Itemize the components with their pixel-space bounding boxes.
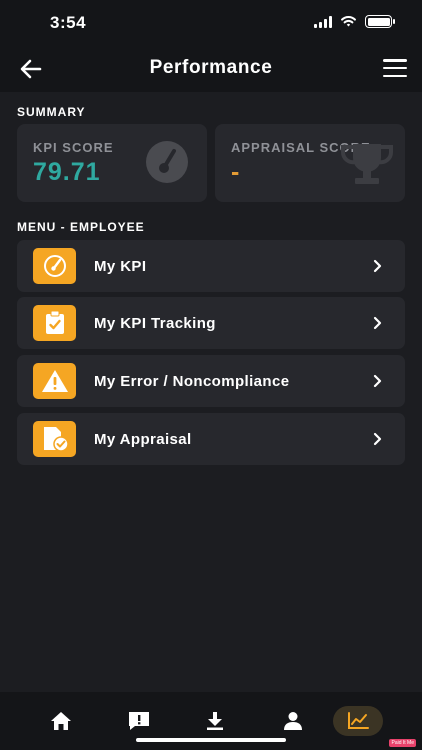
home-icon: [51, 712, 71, 730]
page-title: Performance: [149, 57, 273, 78]
wifi-icon: [341, 15, 356, 27]
chart-icon: [348, 712, 369, 729]
menu-item-my-kpi[interactable]: My KPI: [17, 240, 405, 292]
menu-icon-box: [33, 363, 76, 399]
tab-profile[interactable]: [268, 704, 318, 738]
menu-item-label: My Appraisal: [94, 431, 192, 448]
menu-section-title: MENU - EMPLOYEE: [17, 220, 145, 234]
status-icons: [314, 15, 395, 28]
feedback-icon: [129, 712, 149, 730]
home-indicator: [136, 738, 286, 742]
status-bar: 3:54: [0, 0, 422, 46]
tab-performance[interactable]: [333, 706, 383, 736]
menu-item-my-kpi-tracking[interactable]: My KPI Tracking: [17, 297, 405, 349]
watermark-badge: Paid It Me: [389, 739, 416, 747]
menu-icon-box: [33, 305, 76, 341]
hamburger-menu-icon[interactable]: [383, 57, 407, 79]
kpi-score-value: 79.71: [33, 158, 101, 186]
clipboard-check-icon: [45, 310, 64, 334]
trophy-icon: [341, 144, 393, 184]
profile-icon: [284, 712, 302, 730]
appraisal-score-card[interactable]: APPRAISAL SCORE -: [215, 124, 405, 202]
signal-icon: [314, 15, 332, 28]
menu-item-label: My KPI: [94, 258, 147, 275]
menu-icon-box: [33, 421, 76, 457]
tab-feedback[interactable]: [114, 704, 164, 738]
gauge-icon: [43, 255, 66, 277]
warning-icon: [41, 370, 68, 392]
chevron-right-icon: [373, 374, 382, 388]
status-time: 3:54: [50, 13, 87, 32]
menu-item-my-error-noncompliance[interactable]: My Error / Noncompliance: [17, 355, 405, 407]
chevron-right-icon: [373, 316, 382, 330]
chevron-right-icon: [373, 432, 382, 446]
tab-home[interactable]: [36, 704, 86, 738]
menu-item-my-appraisal[interactable]: My Appraisal: [17, 413, 405, 465]
app-header: Performance: [0, 46, 422, 92]
menu-icon-box: [33, 248, 76, 284]
download-icon: [207, 712, 223, 730]
summary-section-title: SUMMARY: [17, 105, 86, 119]
chevron-right-icon: [373, 259, 382, 273]
menu-item-label: My KPI Tracking: [94, 315, 216, 332]
kpi-score-label: KPI SCORE: [33, 140, 114, 155]
menu-item-label: My Error / Noncompliance: [94, 373, 290, 390]
battery-icon: [365, 15, 395, 28]
tab-download[interactable]: [190, 704, 240, 738]
gauge-icon: [146, 141, 188, 183]
document-check-icon: [43, 427, 69, 452]
appraisal-score-value: -: [231, 158, 241, 186]
kpi-score-card[interactable]: KPI SCORE 79.71: [17, 124, 207, 202]
